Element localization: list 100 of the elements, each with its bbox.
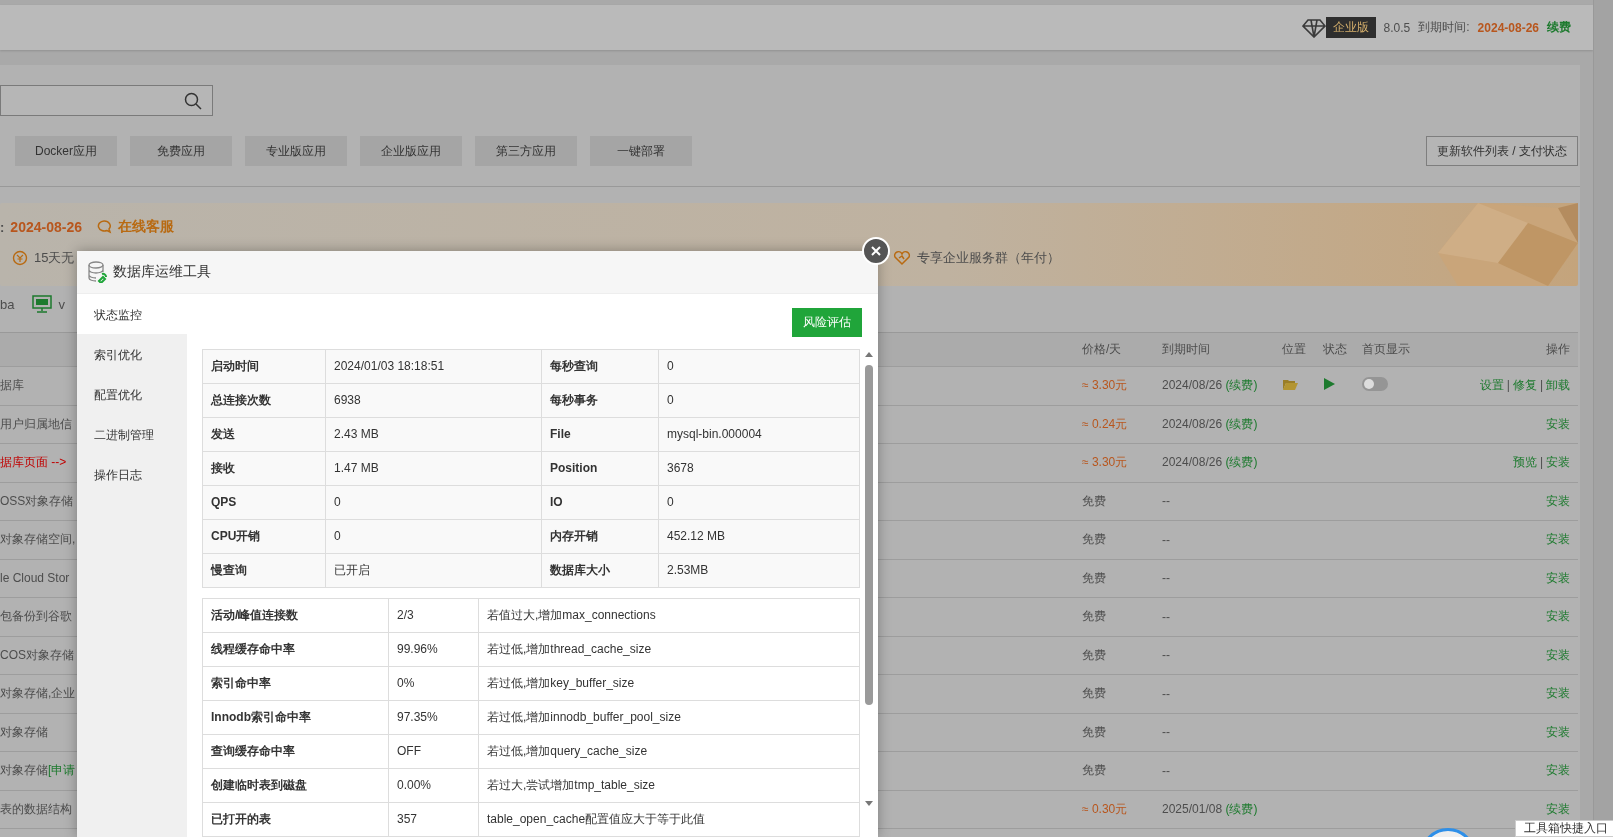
coin-icon — [12, 250, 28, 266]
label-cell: 线程缓存命中率 — [203, 633, 389, 667]
value-cell: 0 — [659, 486, 860, 520]
action-link[interactable]: 安装 — [1546, 416, 1570, 431]
price-text: 免费 — [1082, 609, 1106, 624]
heart-icon — [893, 250, 912, 266]
category-button[interactable]: 一键部署 — [590, 136, 692, 166]
nav-item[interactable]: 二进制管理 — [77, 414, 187, 454]
renew-link[interactable]: 续费 — [1547, 19, 1571, 36]
action-link[interactable]: 安装 — [1546, 801, 1570, 816]
nav-item[interactable]: 索引优化 — [77, 334, 187, 374]
action-link[interactable]: 安装 — [1546, 647, 1570, 662]
column-header: 价格/天 — [1081, 341, 1123, 358]
category-button[interactable]: 企业版应用 — [360, 136, 462, 166]
quick-link[interactable]: ba — [0, 296, 15, 312]
nav-item[interactable]: 状态监控 — [77, 294, 187, 334]
value-cell: 0% — [389, 667, 479, 701]
category-button[interactable]: 专业版应用 — [245, 136, 347, 166]
nav-item[interactable]: 配置优化 — [77, 374, 187, 414]
edition-badge: 企业版 — [1325, 17, 1376, 38]
separator-text: | — [1539, 455, 1543, 470]
expiry-text: -- — [1161, 686, 1171, 701]
nav-item[interactable]: 操作日志 — [77, 454, 187, 494]
search-field[interactable] — [0, 85, 213, 116]
action-link[interactable]: 安装 — [1546, 609, 1570, 624]
action-link[interactable]: 修复 — [1512, 378, 1537, 393]
label-cell: 活动/峰值连接数 — [203, 599, 389, 633]
support-link[interactable]: 在线客服 — [117, 218, 174, 236]
label-cell: CPU开销 — [203, 520, 326, 554]
app-name: 对象存储 — [0, 724, 48, 739]
price-text: ≈ 3.30元 — [1082, 455, 1128, 470]
diamond-icon — [1301, 17, 1326, 38]
toggle-switch[interactable] — [1362, 377, 1388, 392]
app-name: 据库页面 --> — [0, 455, 67, 470]
search-icon — [184, 91, 202, 110]
column-header: 状态 — [1322, 341, 1348, 358]
category-button[interactable]: Docker应用 — [15, 136, 117, 166]
label-cell: 接收 — [203, 452, 326, 486]
expiry-text: -- — [1161, 763, 1171, 778]
hint-cell: 若过低,增加key_buffer_size — [479, 667, 860, 701]
app-name: 对象存储,企业 — [0, 686, 76, 701]
expiry-text: -- — [1161, 725, 1171, 740]
price-text: 免费 — [1082, 493, 1106, 508]
expiry-text: -- — [1161, 571, 1171, 586]
label-cell: Innodb索引命中率 — [203, 701, 389, 735]
value-cell: 3678 — [659, 452, 860, 486]
action-link[interactable]: 安装 — [1546, 532, 1570, 547]
close-icon — [871, 246, 881, 256]
update-list-button[interactable]: 更新软件列表 / 支付状态 — [1426, 136, 1578, 166]
label-cell: 每秒事务 — [542, 384, 659, 418]
action-link[interactable]: 卸载 — [1546, 378, 1570, 393]
separator-text: | — [1539, 378, 1543, 393]
label-cell: QPS — [203, 486, 326, 520]
app-name: le Cloud Stor — [0, 571, 70, 586]
action-link[interactable]: 预览 — [1512, 455, 1537, 470]
action-link[interactable]: 设置 — [1479, 378, 1504, 393]
feature-text: 15天无 — [34, 249, 75, 267]
value-cell: 2.53MB — [659, 554, 860, 588]
value-cell: 2024/01/03 18:18:51 — [326, 350, 542, 384]
risk-assessment-button[interactable]: 风险评估 — [792, 308, 862, 337]
database-icon — [87, 261, 107, 283]
label-cell: 总连接次数 — [203, 384, 326, 418]
value-cell: 1.47 MB — [326, 452, 542, 486]
hint-cell: table_open_cache配置值应大于等于此值 — [479, 803, 860, 837]
column-header: 首页显示 — [1361, 341, 1411, 358]
action-link[interactable]: 安装 — [1546, 570, 1570, 585]
dialog-title: 数据库运维工具 — [113, 263, 211, 281]
label-cell: Position — [542, 452, 659, 486]
action-link[interactable]: 安装 — [1546, 493, 1570, 508]
price-text: 免费 — [1082, 570, 1106, 585]
label-cell: 已打开的表 — [203, 803, 389, 837]
label-cell: 内存开销 — [542, 520, 659, 554]
label-cell: 发送 — [203, 418, 326, 452]
price-text: 免费 — [1082, 724, 1106, 739]
folder-icon[interactable] — [1282, 377, 1298, 391]
play-icon[interactable] — [1323, 378, 1335, 391]
tooltip: 工具箱快捷入口 — [1515, 820, 1613, 837]
app-name: 包备份到谷歌 — [0, 609, 72, 624]
value-cell: 6938 — [326, 384, 542, 418]
label-cell: IO — [542, 486, 659, 520]
version-text: 8.0.5 — [1383, 20, 1411, 35]
price-text: ≈ 3.30元 — [1082, 378, 1128, 393]
category-button[interactable]: 免费应用 — [130, 136, 232, 166]
monitor-icon — [32, 295, 53, 313]
value-cell: 99.96% — [389, 633, 479, 667]
label-cell: 慢查询 — [203, 554, 326, 588]
expiry-text: 2025/01/08 (续费) — [1161, 800, 1259, 818]
action-link[interactable]: 安装 — [1546, 763, 1570, 778]
value-cell: 0 — [326, 520, 542, 554]
action-link[interactable]: 安装 — [1546, 724, 1570, 739]
label-cell: File — [542, 418, 659, 452]
action-link[interactable]: 安装 — [1546, 686, 1570, 701]
action-link[interactable]: 安装 — [1546, 455, 1570, 470]
expiry-date: 2024-08-26 — [10, 219, 82, 235]
expiry-text: 2024/08/26 (续费) — [1161, 454, 1259, 472]
price-text: ≈ 0.24元 — [1082, 416, 1128, 431]
category-button[interactable]: 第三方应用 — [475, 136, 577, 166]
quick-link[interactable]: v — [58, 296, 65, 312]
hint-cell: 若过低,增加thread_cache_size — [479, 633, 860, 667]
value-cell: 0 — [326, 486, 542, 520]
